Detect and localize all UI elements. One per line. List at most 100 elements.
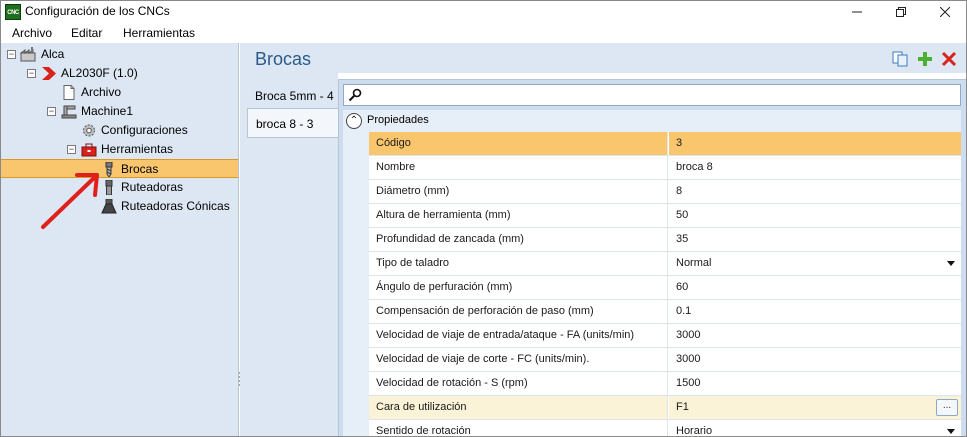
property-row[interactable]: Cara de utilización F1 ... [369,396,961,420]
menu-bar: Archivo Editar Herramientas [1,23,966,43]
property-name: Cara de utilización [369,396,668,419]
property-name: Tipo de taladro [369,252,668,275]
property-row[interactable]: Nombre broca 8 [369,156,961,180]
property-name: Nombre [369,156,668,179]
title-bar: CNC Configuración de los CNCs [1,1,966,23]
tree-label-machine-model: AL2030F (1.0) [61,66,138,80]
property-name: Velocidad de rotación - S (rpm) [369,372,668,395]
tree-label-herramientas: Herramientas [101,142,174,156]
tree-item-machine-model[interactable]: − AL2030F (1.0) [1,64,238,83]
property-name: Diámetro (mm) [369,180,668,203]
restore-button[interactable] [881,1,921,23]
property-name: Sentido de rotación [369,420,668,436]
property-row[interactable]: Ángulo de perfuración (mm) 60 [369,276,961,300]
tree-item-alca[interactable]: − Alca [1,45,238,64]
minimize-icon [852,11,862,13]
add-icon[interactable] [917,51,933,67]
property-value[interactable]: 3 [669,132,961,155]
content-header: Brocas [240,43,966,73]
property-row[interactable]: Altura de herramienta (mm) 50 [369,204,961,228]
property-row[interactable]: Profundidad de zancada (mm) 35 [369,228,961,252]
tree-label-configuraciones: Configuraciones [101,123,188,137]
property-value[interactable]: broca 8 [669,156,961,179]
property-row[interactable]: Código 3 [369,132,961,156]
collapse-icon[interactable]: − [67,145,76,154]
tab-broca-5mm[interactable]: Broca 5mm - 4 [247,81,338,111]
property-row[interactable]: Velocidad de rotación - S (rpm) 1500 [369,372,961,396]
tree-label-ruteadoras: Ruteadoras [121,180,184,194]
factory-icon [20,47,36,62]
minimize-button[interactable] [837,1,877,23]
collapse-icon[interactable]: − [47,107,56,116]
red-chevron-icon [42,67,56,80]
collapse-icon[interactable]: − [7,50,16,59]
copy-icon[interactable] [892,51,908,67]
close-button[interactable] [925,1,965,23]
dropdown-arrow-icon[interactable] [947,261,955,266]
ellipsis-button[interactable]: ... [936,399,958,416]
dropdown-arrow-icon[interactable] [947,429,955,434]
tree-panel: − Alca − AL2030F (1.0) Archivo − Machine… [1,43,239,436]
tree-label-machine1: Machine1 [81,104,134,118]
property-value-text: F1 [676,401,689,413]
tree-item-herramientas[interactable]: − Herramientas [1,140,238,159]
property-name: Velocidad de viaje de entrada/ataque - F… [369,324,668,347]
property-value[interactable]: 1500 [669,372,961,395]
delete-icon[interactable] [941,51,957,67]
property-value[interactable]: 0.1 [669,300,961,323]
category-label: Propiedades [367,114,429,126]
property-name: Código [369,132,668,155]
property-row[interactable]: Compensación de perforación de paso (mm)… [369,300,961,324]
toolbox-icon [81,143,97,157]
tab-broca-8[interactable]: broca 8 - 3 [247,108,338,138]
dropdown-value: Normal [676,257,712,269]
property-row[interactable]: Velocidad de viaje de entrada/ataque - F… [369,324,961,348]
property-value-dropdown[interactable]: Normal [669,252,961,275]
property-row[interactable]: Tipo de taladro Normal [369,252,961,276]
property-row[interactable]: Velocidad de viaje de corte - FC (units/… [369,348,961,372]
dropdown-value: Horario [676,425,713,437]
red-arrow-annotation [41,173,99,229]
tree-label-brocas: Brocas [121,162,159,176]
collapse-icon[interactable]: − [27,69,36,78]
property-row[interactable]: Diámetro (mm) 8 [369,180,961,204]
property-name: Ángulo de perfuración (mm) [369,276,668,299]
tool-tabs: Broca 5mm - 4 broca 8 - 3 [240,73,338,436]
tree-label-archivo: Archivo [81,85,122,99]
property-row[interactable]: Sentido de rotación Horario [369,420,961,437]
close-icon [939,6,951,18]
property-grid: ⌃ Propiedades Código 3 Nombre broca 8 Di… [343,110,961,437]
property-value[interactable]: 8 [669,180,961,203]
menu-editar[interactable]: Editar [71,26,102,40]
file-icon [63,85,75,100]
property-name: Altura de herramienta (mm) [369,204,668,227]
app-window: CNC Configuración de los CNCs Archivo Ed… [0,0,967,437]
search-icon [348,88,362,102]
search-input[interactable] [343,84,961,106]
property-panel: ⌃ Propiedades Código 3 Nombre broca 8 Di… [338,79,966,437]
restore-icon [896,7,906,17]
menu-archivo[interactable]: Archivo [12,26,52,40]
tree-label-ruteadoras-conicas: Ruteadoras Cónicas [121,199,230,213]
cnc-app-icon: CNC [5,4,21,20]
property-value[interactable]: 35 [669,228,961,251]
grid-gutter [343,132,369,436]
property-value[interactable]: 60 [669,276,961,299]
tree-label-alca: Alca [41,47,65,61]
property-value-dropdown[interactable]: Horario [669,420,961,437]
tree-item-machine1[interactable]: − Machine1 [1,102,238,121]
property-value[interactable]: 3000 [669,348,961,371]
category-row[interactable]: ⌃ Propiedades [343,110,961,132]
property-name: Profundidad de zancada (mm) [369,228,668,251]
collapse-category-icon[interactable]: ⌃ [346,113,362,129]
property-value[interactable]: 3000 [669,324,961,347]
property-value[interactable]: F1 ... [669,396,961,419]
menu-herramientas[interactable]: Herramientas [123,26,195,40]
gear-icon [83,124,95,137]
page-title: Brocas [255,49,312,69]
property-value[interactable]: 50 [669,204,961,227]
tree-item-configuraciones[interactable]: Configuraciones [1,121,238,140]
property-name: Compensación de perforación de paso (mm) [369,300,668,323]
machine-icon [61,105,77,119]
tree-item-archivo[interactable]: Archivo [1,83,238,102]
